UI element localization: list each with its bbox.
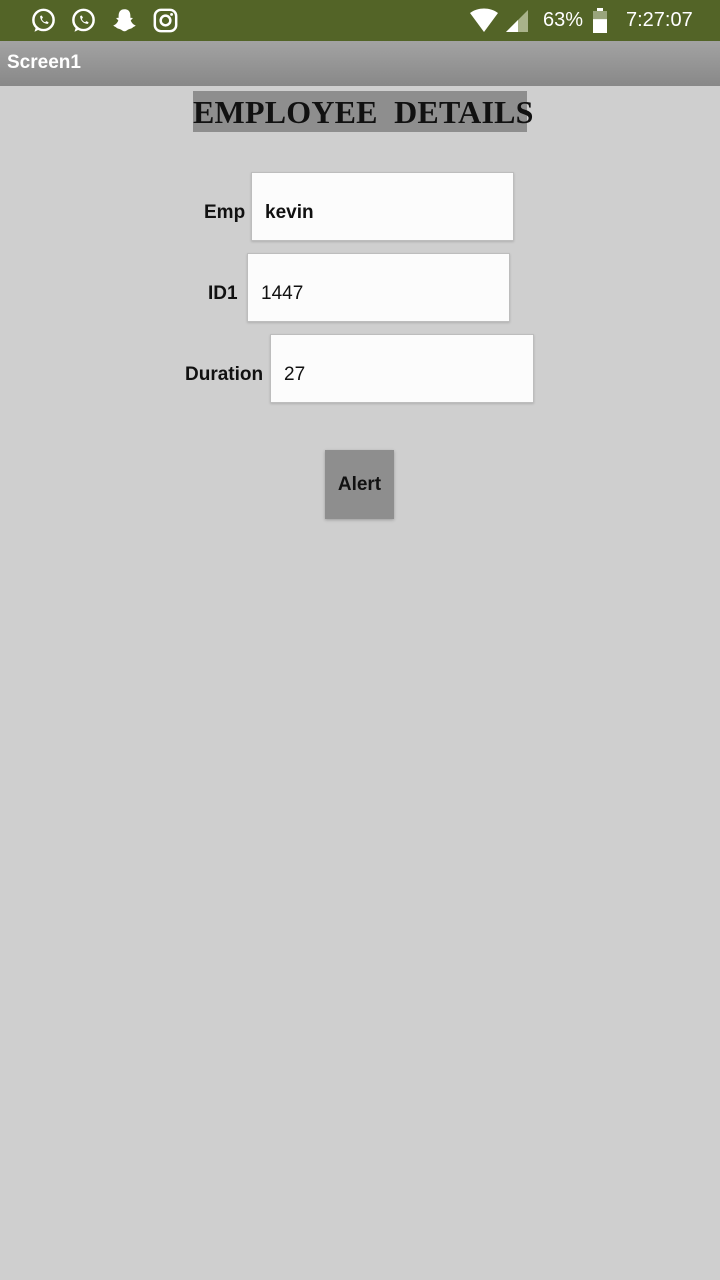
id-label: ID1: [208, 283, 238, 304]
screen-title: Screen1: [7, 52, 81, 73]
battery-percent: 63%: [543, 9, 584, 31]
duration-field[interactable]: [270, 334, 534, 403]
id-field[interactable]: [247, 253, 510, 322]
instagram-icon: [153, 8, 178, 33]
battery-icon: [593, 8, 607, 33]
alert-button[interactable]: Alert: [325, 450, 394, 519]
emp-input[interactable]: [252, 173, 513, 240]
whatsapp-icon: [32, 8, 55, 32]
emp-label: Emp: [204, 202, 246, 223]
signal-icon: [506, 10, 528, 32]
status-bar: 63% 7:27:07: [0, 0, 720, 41]
emp-field[interactable]: [251, 172, 514, 241]
page-heading: EMPLOYEE DETAILS: [193, 91, 533, 132]
duration-label: Duration: [185, 364, 264, 385]
wifi-icon: [470, 8, 498, 32]
snapchat-icon: [113, 9, 136, 32]
duration-input[interactable]: [271, 335, 533, 402]
whatsapp-business-icon: [72, 8, 95, 32]
id-input[interactable]: [248, 254, 509, 321]
app-title-bar: Screen1: [0, 41, 720, 86]
clock: 7:27:07: [626, 9, 693, 31]
